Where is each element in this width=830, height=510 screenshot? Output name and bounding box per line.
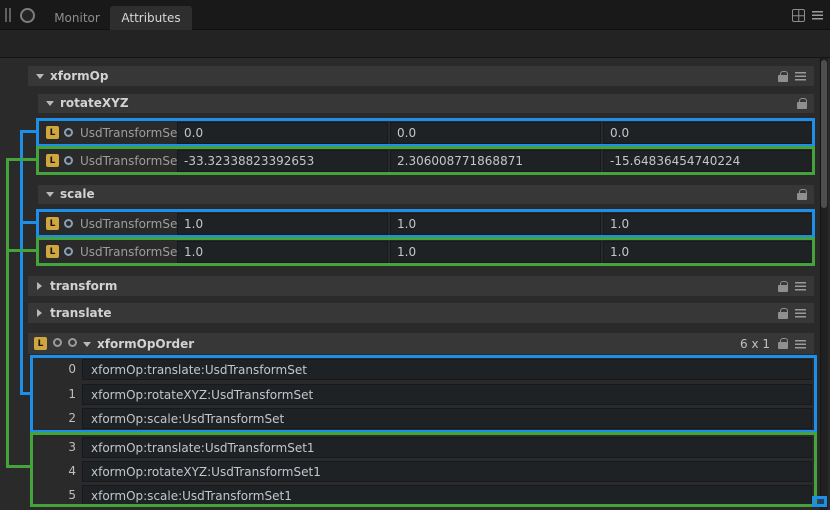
collapse-triangle-icon[interactable] (36, 74, 44, 79)
drag-handle[interactable] (5, 8, 11, 22)
section-header-xformoporder[interactable]: L xformOpOrder 6 x 1 (28, 333, 814, 354)
array-dims-label: 6 x 1 (740, 337, 770, 351)
z-field[interactable]: 1.0 (603, 241, 814, 263)
layer-badge[interactable]: L (46, 245, 59, 258)
section-header-xformop[interactable]: xformOp (28, 66, 814, 86)
row-index: 1 (56, 384, 76, 405)
panel-options-icon[interactable] (20, 8, 35, 23)
tab-monitor-label: Monitor (54, 11, 100, 25)
x-field[interactable]: 0.0 (177, 122, 388, 144)
collapse-triangle-icon[interactable] (37, 309, 42, 317)
section-label: xformOpOrder (97, 337, 194, 351)
attribute-label: UsdTransformSet1 (80, 150, 190, 172)
lock-icon[interactable] (797, 193, 807, 200)
z-field[interactable]: -15.64836454740224 (603, 150, 814, 172)
section-header-translate[interactable]: translate (28, 303, 814, 323)
layer-badge[interactable]: L (46, 126, 59, 139)
order-item-field[interactable]: xformOp:rotateXYZ:UsdTransformSet (82, 384, 812, 405)
y-field[interactable]: 0.0 (390, 122, 601, 144)
layer-badge[interactable]: L (34, 337, 47, 350)
order-item-field[interactable]: xformOp:translate:UsdTransformSet (82, 359, 812, 380)
vector3-fields: -33.32338823392653 2.306008771868871 -15… (177, 150, 814, 172)
vector3-fields: 1.0 1.0 1.0 (177, 213, 814, 235)
order-item-field[interactable]: xformOp:scale:UsdTransformSet (82, 408, 812, 429)
lock-icon[interactable] (797, 102, 807, 109)
collapse-triangle-icon[interactable] (46, 101, 54, 106)
collapse-triangle-icon[interactable] (83, 342, 91, 347)
y-field[interactable]: 2.306008771868871 (390, 150, 601, 172)
connection-icon[interactable] (64, 156, 73, 165)
panel-menu-icon[interactable] (812, 11, 823, 20)
sync-icon[interactable] (68, 338, 77, 347)
x-field[interactable]: 1.0 (177, 213, 388, 235)
row-index: 4 (56, 461, 76, 482)
layer-badge[interactable]: L (46, 154, 59, 167)
connection-icon[interactable] (64, 219, 73, 228)
attribute-label: UsdTransformSet (80, 213, 182, 235)
vector3-fields: 1.0 1.0 1.0 (177, 241, 814, 263)
section-label: scale (60, 187, 95, 201)
tab-attributes-label: Attributes (121, 11, 180, 25)
section-menu-icon[interactable] (795, 282, 806, 291)
vector3-fields: 0.0 0.0 0.0 (177, 122, 814, 144)
y-field[interactable]: 1.0 (390, 241, 601, 263)
x-field[interactable]: -33.32338823392653 (177, 150, 388, 172)
lock-icon[interactable] (778, 312, 788, 319)
scrollbar-thumb[interactable] (821, 60, 827, 208)
x-field[interactable]: 1.0 (177, 241, 388, 263)
order-item-field[interactable]: xformOp:scale:UsdTransformSet1 (82, 485, 812, 506)
section-header-scale[interactable]: scale (38, 185, 814, 204)
connection-icon[interactable] (64, 128, 73, 137)
section-label: xformOp (50, 69, 108, 83)
attribute-label: UsdTransformSet1 (80, 241, 190, 263)
layer-badge[interactable]: L (46, 217, 59, 230)
order-item-field[interactable]: xformOp:translate:UsdTransformSet1 (82, 437, 812, 458)
tab-monitor[interactable]: Monitor (46, 6, 108, 30)
row-index: 2 (56, 408, 76, 429)
collapse-triangle-icon[interactable] (46, 192, 54, 197)
section-label: translate (50, 306, 112, 320)
section-menu-icon[interactable] (795, 340, 806, 349)
section-header-rotatexyz[interactable]: rotateXYZ (38, 94, 814, 113)
connection-icon[interactable] (64, 247, 73, 256)
path-bar: /Robot/MainControl/BodyShell/HeadNew (0, 30, 830, 58)
collapse-triangle-icon[interactable] (37, 282, 42, 290)
z-field[interactable]: 1.0 (603, 213, 814, 235)
z-field[interactable]: 0.0 (603, 122, 814, 144)
row-index: 5 (56, 485, 76, 506)
section-label: transform (50, 279, 117, 293)
dock-options-icon[interactable] (792, 9, 805, 22)
order-item-field[interactable]: xformOp:rotateXYZ:UsdTransformSet1 (82, 461, 812, 482)
y-field[interactable]: 1.0 (390, 213, 601, 235)
tab-bar: Monitor Attributes (0, 0, 830, 30)
section-header-transform[interactable]: transform (28, 276, 814, 296)
history-icon[interactable] (53, 338, 62, 347)
attribute-label: UsdTransformSet (80, 122, 182, 144)
tab-attributes[interactable]: Attributes (110, 6, 192, 30)
row-index: 3 (56, 437, 76, 458)
lock-icon[interactable] (778, 342, 788, 349)
row-index: 0 (56, 359, 76, 380)
section-menu-icon[interactable] (795, 72, 806, 81)
lock-icon[interactable] (778, 75, 788, 82)
lock-icon[interactable] (778, 285, 788, 292)
section-label: rotateXYZ (60, 96, 129, 110)
section-menu-icon[interactable] (795, 309, 806, 318)
